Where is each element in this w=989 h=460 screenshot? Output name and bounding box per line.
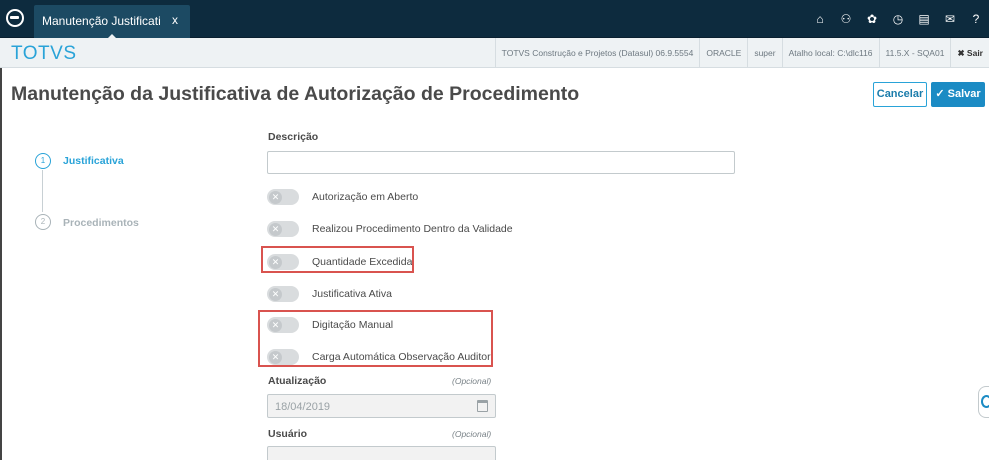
shortcut-info: Atalho local: C:\dlc116 [781, 38, 879, 68]
tab-title: Manutenção Justificati [42, 14, 161, 28]
top-icon-group: ⌂ ⚇ ✿ ◷ ▤ ✉ ? [807, 0, 989, 38]
clock-icon[interactable]: ◷ [885, 0, 911, 38]
stepper-connector [42, 170, 43, 212]
calendar-icon[interactable] [477, 400, 488, 412]
toggle-justificativa-ativa[interactable]: ✕ [267, 286, 299, 302]
toggle-label: Realizou Procedimento Dentro da Validade [312, 223, 513, 235]
page-title: Manutenção da Justificativa de Autorizaç… [11, 83, 580, 105]
top-bar: Manutenção Justificati x ⌂ ⚇ ✿ ◷ ▤ ✉ ? [0, 0, 989, 40]
highlight-box-quantidade [261, 246, 414, 273]
tab-manutencao-justificativa[interactable]: Manutenção Justificati x [34, 5, 190, 40]
step-procedimentos-label[interactable]: Procedimentos [63, 217, 139, 229]
step-2-indicator[interactable]: 2 [35, 214, 51, 230]
description-input[interactable] [267, 151, 735, 174]
side-helper-widget[interactable] [978, 386, 989, 418]
tab-close-icon[interactable]: x [172, 13, 178, 27]
toggle-off-icon: ✕ [269, 222, 282, 236]
info-cells: TOTVS Construção e Projetos (Datasul) 06… [494, 38, 989, 68]
usuario-label: Usuário [268, 428, 308, 440]
user-info: super [747, 38, 781, 68]
toggle-label: Autorização em Aberto [312, 191, 419, 203]
toggle-off-icon: ✕ [269, 190, 282, 204]
help-icon[interactable]: ? [963, 0, 989, 38]
refresh-icon [981, 395, 989, 408]
atualizacao-label: Atualização [268, 375, 327, 387]
step-justificativa-label[interactable]: Justificativa [63, 155, 124, 167]
toggle-realizou-procedimento[interactable]: ✕ [267, 221, 299, 237]
mail-icon[interactable]: ✉ [937, 0, 963, 38]
toggle-label: Justificativa Ativa [312, 288, 392, 300]
left-border [0, 68, 2, 460]
cancel-button[interactable]: Cancelar [873, 82, 927, 107]
company-info[interactable]: TOTVS Construção e Projetos (Datasul) 06… [494, 38, 700, 68]
info-bar: TOTVS TOTVS Construção e Projetos (Datas… [0, 38, 989, 68]
brand-name: TOTVS [11, 43, 77, 64]
usuario-field[interactable] [267, 446, 496, 460]
exit-button[interactable]: ✖ Sair [950, 38, 989, 68]
atualizacao-optional-label: (Opcional) [452, 376, 492, 386]
atualizacao-date-field[interactable]: 18/04/2019 [267, 394, 496, 418]
save-button[interactable]: ✓ Salvar [931, 82, 985, 107]
document-icon[interactable]: ▤ [911, 0, 937, 38]
toggle-off-icon: ✕ [269, 287, 282, 301]
gear-icon[interactable]: ✿ [859, 0, 885, 38]
sitemap-icon[interactable]: ⚇ [833, 0, 859, 38]
usuario-optional-label: (Opcional) [452, 429, 492, 439]
toggle-autorizacao-aberto[interactable]: ✕ [267, 189, 299, 205]
home-icon[interactable]: ⌂ [807, 0, 833, 38]
version-info: 11.5.X - SQA01 [878, 38, 951, 68]
totvs-logo-icon[interactable] [6, 9, 24, 27]
highlight-box-digitacao-carga [258, 310, 493, 367]
description-label: Descrição [268, 131, 319, 143]
atualizacao-date-value: 18/04/2019 [275, 401, 331, 413]
database-info: ORACLE [699, 38, 747, 68]
step-1-indicator[interactable]: 1 [35, 153, 51, 169]
